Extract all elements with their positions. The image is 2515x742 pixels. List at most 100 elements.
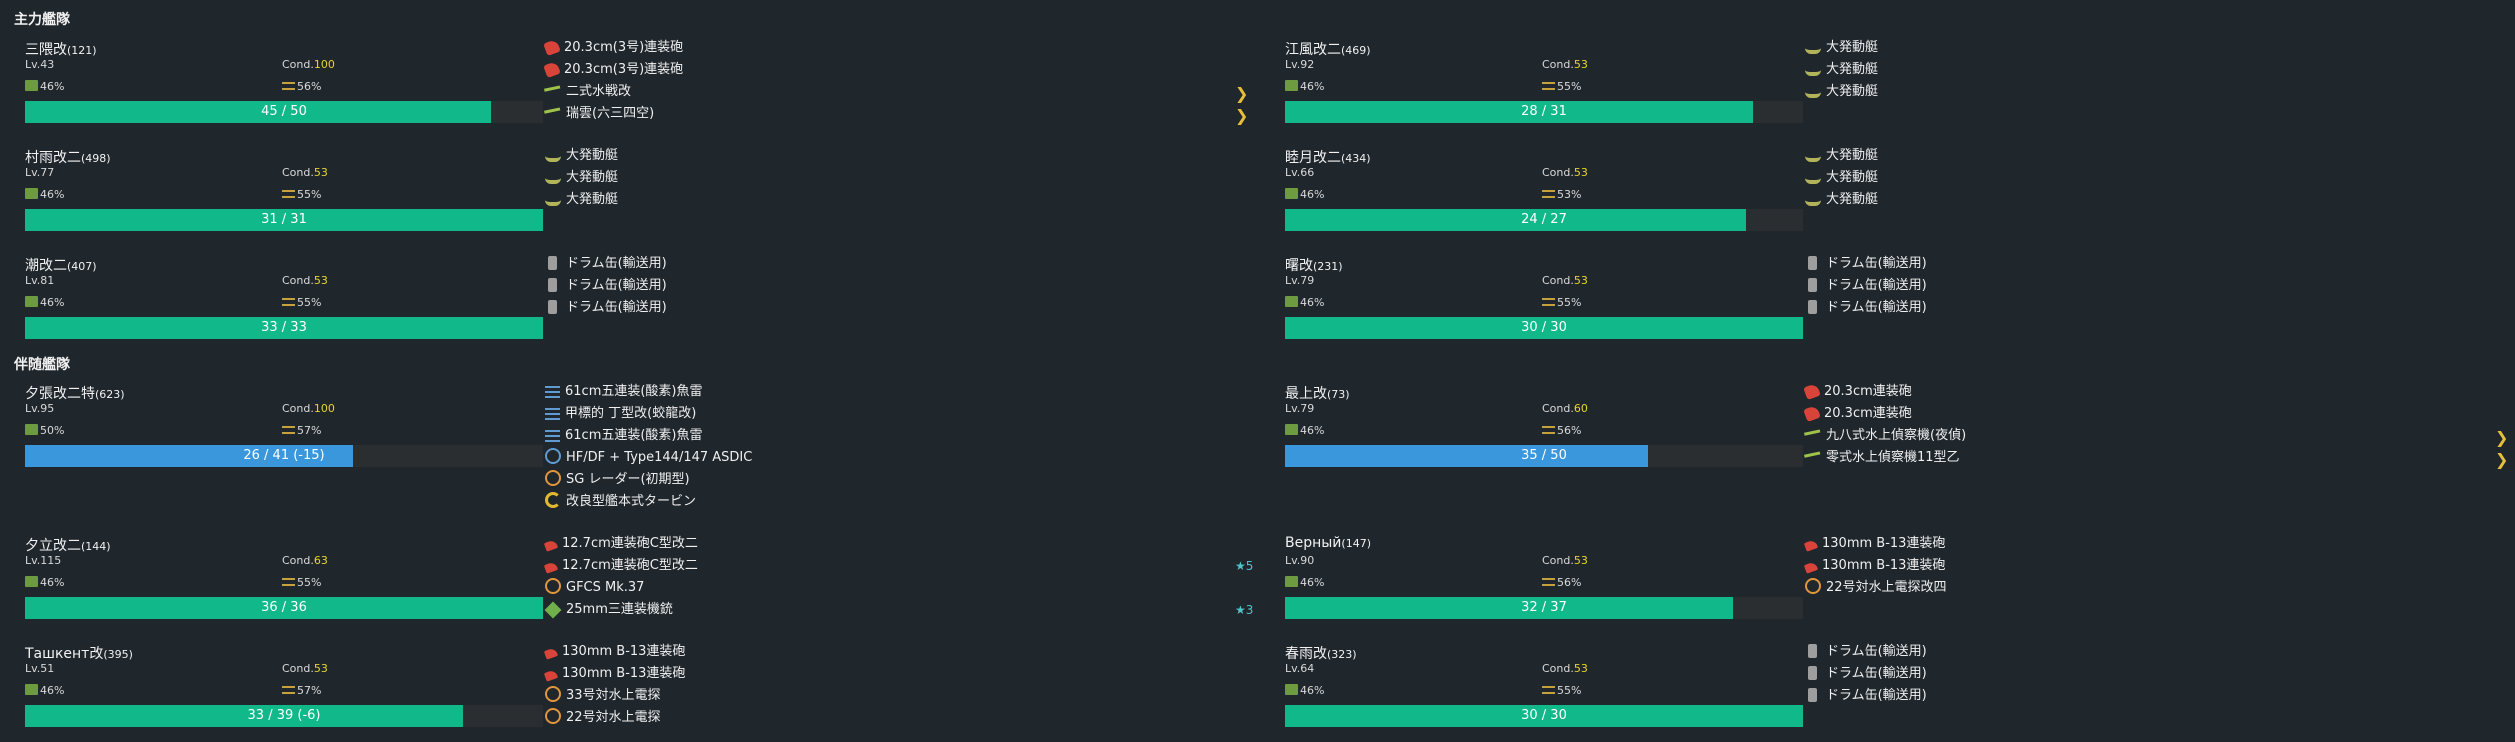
condition-prefix: Cond. (282, 166, 314, 179)
ship-name[interactable]: 睦月改二(434) (1285, 147, 1371, 167)
ship-card[interactable]: 三隈改(121) Lv.43 Cond.100 46% 56% 45 / 50 (14, 37, 543, 137)
equipment-item[interactable]: ドラム缶(輸送用) (545, 253, 1245, 275)
equipment-item[interactable]: ドラム缶(輸送用) (1805, 685, 2505, 707)
equipment-item[interactable]: 二式水戦改 ❯ (544, 81, 1248, 103)
equipment-item[interactable]: HF/DF + Type144/147 ASDIC (545, 447, 1245, 469)
equipment-item[interactable]: 甲標的 丁型改(蛟龍改) (545, 403, 1245, 425)
hp-bar: 35 / 50 (1285, 445, 1803, 467)
equipment-item[interactable]: 20.3cm連装砲 (1803, 381, 2505, 403)
ship-card[interactable]: Верный(147) Lv.90 Cond.53 46% 56% 32 / 37 (1274, 533, 1803, 633)
ship-card[interactable]: 夕張改二特(623) Lv.95 Cond.100 50% 57% 26 / 41 (-1… (14, 381, 543, 481)
ammo-value: 55% (1557, 296, 1582, 309)
equipment-item[interactable]: 九八式水上偵察機(夜偵) ❯ (1804, 425, 2508, 447)
equipment-list: ドラム缶(輸送用) ドラム缶(輸送用) ドラム缶(輸送用) (1805, 641, 2505, 707)
ship-card[interactable]: 夕立改二(144) Lv.115 Cond.63 46% 55% 36 / 36 (14, 533, 543, 633)
ship-card[interactable]: 曙改(231) Lv.79 Cond.53 46% 55% 30 / 30 (1274, 253, 1803, 353)
equipment-item[interactable]: 大発動艇 (1805, 145, 2505, 167)
drum-icon (1808, 666, 1817, 680)
equipment-name: 大発動艇 (1826, 84, 1879, 99)
equipment-item[interactable]: 22号対水上電探改四 (1805, 577, 2505, 599)
equipment-item[interactable]: 130mm B-13連装砲 (543, 641, 1245, 663)
equipment-item[interactable]: 130mm B-13連装砲 (1803, 555, 2505, 577)
ship-name[interactable]: 三隈改(121) (25, 39, 97, 59)
ship-name[interactable]: 最上改(73) (1285, 383, 1350, 403)
equipment-item[interactable]: 大発動艇 (1805, 81, 2505, 103)
ship-name[interactable]: 夕立改二(144) (25, 535, 111, 555)
equipment-item[interactable]: 20.3cm(3号)連装砲 (543, 59, 1245, 81)
sonar-icon (545, 448, 561, 464)
ship-card[interactable]: 潮改二(407) Lv.81 Cond.53 46% 55% 33 / 33 (14, 253, 543, 353)
condition-prefix: Cond. (1542, 662, 1574, 675)
equipment-item[interactable]: 大発動艇 (1805, 167, 2505, 189)
equipment-item[interactable]: ドラム缶(輸送用) (1805, 275, 2505, 297)
ship-name[interactable]: 曙改(231) (1285, 255, 1343, 275)
equipment-item[interactable]: ドラム缶(輸送用) (545, 297, 1245, 319)
ship-name[interactable]: 春雨改(323) (1285, 643, 1357, 663)
equipment-item[interactable]: ドラム缶(輸送用) (1805, 641, 2505, 663)
equipment-item[interactable]: 20.3cm(3号)連装砲 (543, 37, 1245, 59)
equipment-item[interactable]: 大発動艇 (1805, 189, 2505, 211)
ship-card[interactable]: 村雨改二(498) Lv.77 Cond.53 46% 55% 31 / 31 (14, 145, 543, 245)
equipment-item[interactable]: 大発動艇 (545, 167, 1245, 189)
hp-bar: 36 / 36 (25, 597, 543, 619)
condition-value: 100 (313, 58, 335, 71)
equipment-item[interactable]: 大発動艇 (545, 145, 1245, 167)
equipment-item[interactable]: 12.7cm連装砲C型改二 ★5 (543, 555, 1253, 577)
landing-icon (545, 197, 561, 206)
ship-name-text: 江風改二 (1285, 42, 1341, 58)
fuel-status: 46% (1285, 684, 1324, 697)
equipment-item[interactable]: 大発動艇 (1805, 37, 2505, 59)
equipment-item[interactable]: GFCS Mk.37 (545, 577, 1245, 599)
condition-value: 100 (313, 402, 335, 415)
equipment-item[interactable]: 瑞雲(六三四空) ❯ (544, 103, 1248, 125)
ship-card[interactable]: 最上改(73) Lv.79 Cond.60 46% 56% 35 / 50 (1274, 381, 1803, 481)
ship-name[interactable]: Верный(147) (1285, 535, 1371, 551)
equipment-item[interactable]: ドラム缶(輸送用) (1805, 663, 2505, 685)
ship-name[interactable]: 江風改二(469) (1285, 39, 1371, 59)
equipment-item[interactable]: 改良型艦本式タービン (545, 491, 1245, 513)
equipment-item[interactable]: 22号対水上電探 (545, 707, 1245, 729)
ship-name-text: 睦月改二 (1285, 150, 1341, 166)
landing-icon (545, 175, 561, 184)
equipment-item[interactable]: 61cm五連装(酸素)魚雷 (545, 381, 1245, 403)
ship-name[interactable]: 潮改二(407) (25, 255, 97, 275)
ship-card[interactable]: Ташкент改(395) Lv.51 Cond.53 46% 57% 33 / 39 (… (14, 641, 543, 741)
equipment-item[interactable]: ドラム缶(輸送用) (1805, 253, 2505, 275)
level-value: 79 (1300, 402, 1315, 415)
ship-name-text: 曙改 (1285, 258, 1313, 274)
ship-name[interactable]: Ташкент改(395) (25, 643, 133, 663)
ship-name[interactable]: 村雨改二(498) (25, 147, 111, 167)
equipment-item[interactable]: 130mm B-13連装砲 (543, 663, 1245, 685)
ship-card[interactable]: 江風改二(469) Lv.92 Cond.53 46% 55% 28 / 31 (1274, 37, 1803, 137)
fuel-value: 46% (40, 296, 65, 309)
ship-name[interactable]: 夕張改二特(623) (25, 383, 125, 403)
main-gun-icon (1803, 382, 1821, 401)
ship-name-text: 夕張改二特 (25, 386, 95, 402)
equipment-item[interactable]: ドラム缶(輸送用) (1805, 297, 2505, 319)
equipment-item[interactable]: 大発動艇 (545, 189, 1245, 211)
equipment-item[interactable]: 大発動艇 (1805, 59, 2505, 81)
equipment-name: 大発動艇 (566, 170, 619, 185)
ship-level: Lv.92 (1285, 58, 1314, 71)
equipment-item[interactable]: 20.3cm連装砲 (1803, 403, 2505, 425)
equipment-item[interactable]: 130mm B-13連装砲 (1803, 533, 2505, 555)
equipment-item[interactable]: SG レーダー(初期型) (545, 469, 1245, 491)
ship-card[interactable]: 睦月改二(434) Lv.66 Cond.53 46% 53% 24 / 27 (1274, 145, 1803, 245)
equipment-name: 瑞雲(六三四空) (566, 106, 655, 121)
aa-icon (544, 601, 562, 619)
ship-id: (73) (1327, 388, 1350, 401)
fuel-status: 46% (1285, 424, 1324, 437)
equipment-name: 零式水上偵察機11型乙 (1826, 450, 1960, 465)
landing-icon (1805, 89, 1821, 98)
equipment-item[interactable]: 12.7cm連装砲C型改二 (543, 533, 1245, 555)
hp-bar: 33 / 33 (25, 317, 543, 339)
equipment-item[interactable]: 33号対水上電探 (545, 685, 1245, 707)
equipment-name: 33号対水上電探 (566, 688, 661, 703)
equipment-item[interactable]: 61cm五連装(酸素)魚雷 (545, 425, 1245, 447)
ship-card[interactable]: 春雨改(323) Lv.64 Cond.53 46% 55% 30 / 30 (1274, 641, 1803, 741)
equipment-item[interactable]: 零式水上偵察機11型乙 ❯ (1804, 447, 2508, 469)
equipment-item[interactable]: ドラム缶(輸送用) (545, 275, 1245, 297)
ship-id: (623) (95, 388, 125, 401)
equipment-item[interactable]: 25mm三連装機銃 ★3 (544, 599, 1253, 621)
ammo-status: 56% (1542, 424, 1581, 437)
